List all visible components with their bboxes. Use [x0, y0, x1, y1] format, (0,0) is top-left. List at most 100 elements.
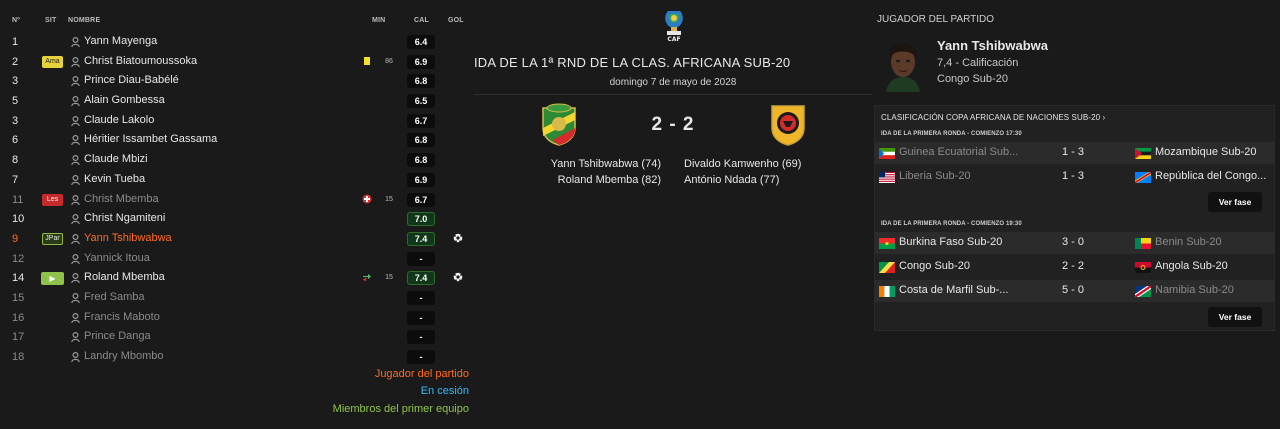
player-name[interactable]: Landry Mbombo	[84, 350, 164, 362]
away-team[interactable]: Namibia Sub-20	[1155, 284, 1234, 296]
round-heading: IDA DE LA PRIMERA RONDA - COMIENZO 19:30	[881, 221, 1022, 227]
potm-team[interactable]: Congo Sub-20	[937, 73, 1008, 85]
player-name[interactable]: Yann Mayenga	[84, 35, 157, 47]
col-sit[interactable]: SIT	[45, 17, 57, 24]
mozambique-flag-icon	[1135, 148, 1151, 159]
player-name[interactable]: Claude Lakolo	[84, 114, 154, 126]
col-num[interactable]: Nº	[12, 17, 20, 24]
table-row[interactable]: 18 Landry Mbombo -	[0, 347, 472, 367]
player-name[interactable]: Prince Diau-Babélé	[84, 74, 179, 86]
legend-first-team: Miembros del primer equipo	[332, 403, 469, 415]
home-team[interactable]: Burkina Faso Sub-20	[899, 236, 1002, 248]
scorer[interactable]: Yann Tshibwabwa (74)	[551, 156, 661, 172]
player-name[interactable]: Prince Danga	[84, 330, 151, 342]
scorer[interactable]: António Ndada (77)	[684, 172, 801, 188]
rating-badge: 6.8	[407, 74, 435, 89]
player-name[interactable]: Héritier Issambet Gassama	[84, 133, 217, 145]
player-avatar-icon	[71, 233, 80, 244]
rating-badge: 6.5	[407, 94, 435, 109]
standings-title[interactable]: CLASIFICACIÓN COPA AFRICANA DE NACIONES …	[881, 113, 1105, 122]
fixture-row[interactable]: Congo Sub-20 2 - 2 Angola Sub-20	[875, 256, 1274, 278]
round-heading: IDA DE LA PRIMERA RONDA - COMIENZO 17:30	[881, 131, 1022, 137]
away-team[interactable]: Benin Sub-20	[1155, 236, 1222, 248]
player-name[interactable]: Christ Biatoumoussoka	[84, 55, 197, 67]
col-name[interactable]: NOMBRE	[68, 17, 100, 24]
rating-badge: 6.7	[407, 192, 435, 207]
player-avatar-icon	[71, 312, 80, 323]
table-row[interactable]: 6 Héritier Issambet Gassama 6.8	[0, 130, 472, 150]
away-team[interactable]: Mozambique Sub-20	[1155, 146, 1257, 158]
player-name[interactable]: Alain Gombessa	[84, 94, 165, 106]
match-score: 2 - 2	[651, 114, 695, 135]
table-row[interactable]: 11 Les Christ Mbemba 15 6.7	[0, 190, 472, 210]
fixture-row[interactable]: Burkina Faso Sub-20 3 - 0 Benin Sub-20	[875, 232, 1274, 254]
table-row[interactable]: 10 Christ Ngamiteni 7.0	[0, 209, 472, 229]
col-gol[interactable]: GOL	[448, 17, 464, 24]
fixture-row[interactable]: Costa de Marfil Sub-... 5 - 0 Namibia Su…	[875, 280, 1274, 302]
player-name[interactable]: Yann Tshibwabwa	[84, 232, 172, 244]
player-avatar-icon	[71, 135, 80, 146]
legend-potm: Jugador del partido	[374, 368, 469, 380]
view-stage-button[interactable]: Ver fase	[1208, 307, 1262, 327]
event-minute: 86	[385, 57, 393, 65]
player-name[interactable]: Kevin Tueba	[84, 173, 145, 185]
fixture-row[interactable]: Guinea Ecuatorial Sub... 1 - 3 Mozambiqu…	[875, 142, 1274, 164]
player-name[interactable]: Claude Mbizi	[84, 153, 148, 165]
table-row[interactable]: 9 JPar Yann Tshibwabwa 7.4	[0, 229, 472, 249]
player-name[interactable]: Roland Mbemba	[84, 271, 165, 283]
table-row[interactable]: 12 Yannick Itoua -	[0, 249, 472, 269]
home-team[interactable]: Guinea Ecuatorial Sub...	[899, 146, 1018, 158]
home-team[interactable]: Liberia Sub-20	[899, 170, 971, 182]
table-row[interactable]: 7 Kevin Tueba 6.9	[0, 170, 472, 190]
scorer[interactable]: Roland Mbemba (82)	[551, 172, 661, 188]
shirt-number: 7	[12, 173, 19, 186]
home-team[interactable]: Congo Sub-20	[899, 260, 970, 272]
status-badge: Les	[42, 193, 63, 206]
congo-flag-icon	[879, 262, 895, 273]
table-row[interactable]: 16 Francis Maboto -	[0, 308, 472, 328]
player-name[interactable]: Christ Ngamiteni	[84, 212, 165, 224]
potm-name[interactable]: Yann Tshibwabwa	[937, 38, 1048, 53]
table-row[interactable]: 1 Yann Mayenga 6.4	[0, 32, 472, 52]
legend-loan: En cesión	[420, 385, 469, 397]
away-team[interactable]: Angola Sub-20	[1155, 260, 1228, 272]
yellow-card-icon	[362, 56, 372, 66]
view-stage-button[interactable]: Ver fase	[1208, 192, 1262, 212]
table-row[interactable]: 5 Alain Gombessa 6.5	[0, 91, 472, 111]
angola-crest-icon[interactable]	[768, 102, 808, 146]
col-cal[interactable]: CAL	[414, 17, 429, 24]
fixture-score: 1 - 3	[1061, 170, 1084, 182]
rating-badge: 7.4	[407, 231, 435, 246]
rating-badge: -	[407, 330, 435, 345]
table-row[interactable]: 2 Ama Christ Biatoumoussoka 86 6.9	[0, 52, 472, 72]
rating-badge: 6.7	[407, 113, 435, 128]
table-row[interactable]: 17 Prince Danga -	[0, 327, 472, 347]
table-row[interactable]: 15 Fred Samba -	[0, 288, 472, 308]
shirt-number: 3	[12, 75, 19, 88]
player-name[interactable]: Francis Maboto	[84, 311, 160, 323]
competition-title[interactable]: IDA DE LA 1ª RND DE LA CLAS. AFRICANA SU…	[474, 55, 790, 70]
benin-flag-icon	[1135, 238, 1151, 249]
status-badge: JPar	[42, 232, 63, 245]
table-row[interactable]: 3 Claude Lakolo 6.7	[0, 111, 472, 131]
potm-heading: JUGADOR DEL PARTIDO	[877, 14, 995, 25]
match-date: domingo 7 de mayo de 2028	[609, 77, 737, 88]
player-face-avatar[interactable]	[882, 36, 924, 92]
fixture-score: 2 - 2	[1061, 260, 1084, 272]
player-name[interactable]: Christ Mbemba	[84, 193, 159, 205]
table-row[interactable]: 14 ▶ Roland Mbemba 15 7.4	[0, 268, 472, 288]
table-row[interactable]: 3 Prince Diau-Babélé 6.8	[0, 71, 472, 91]
lineup-table: Nº SIT NOMBRE MIN CAL GOL 1 Yann Mayenga…	[0, 10, 472, 367]
away-team[interactable]: República del Congo...	[1155, 170, 1266, 182]
player-avatar-icon	[71, 174, 80, 185]
table-row[interactable]: 8 Claude Mbizi 6.8	[0, 150, 472, 170]
rating-badge: 6.8	[407, 153, 435, 168]
home-team[interactable]: Costa de Marfil Sub-...	[899, 284, 1008, 296]
away-scorers: Divaldo Kamwenho (69) António Ndada (77)	[684, 156, 801, 188]
fixture-row[interactable]: Liberia Sub-20 1 - 3 República del Congo…	[875, 166, 1274, 188]
scorer[interactable]: Divaldo Kamwenho (69)	[684, 156, 801, 172]
dr-congo-flag-icon	[1135, 172, 1151, 183]
col-min[interactable]: MIN	[372, 17, 385, 24]
player-name[interactable]: Fred Samba	[84, 291, 145, 303]
player-name[interactable]: Yannick Itoua	[84, 252, 150, 264]
